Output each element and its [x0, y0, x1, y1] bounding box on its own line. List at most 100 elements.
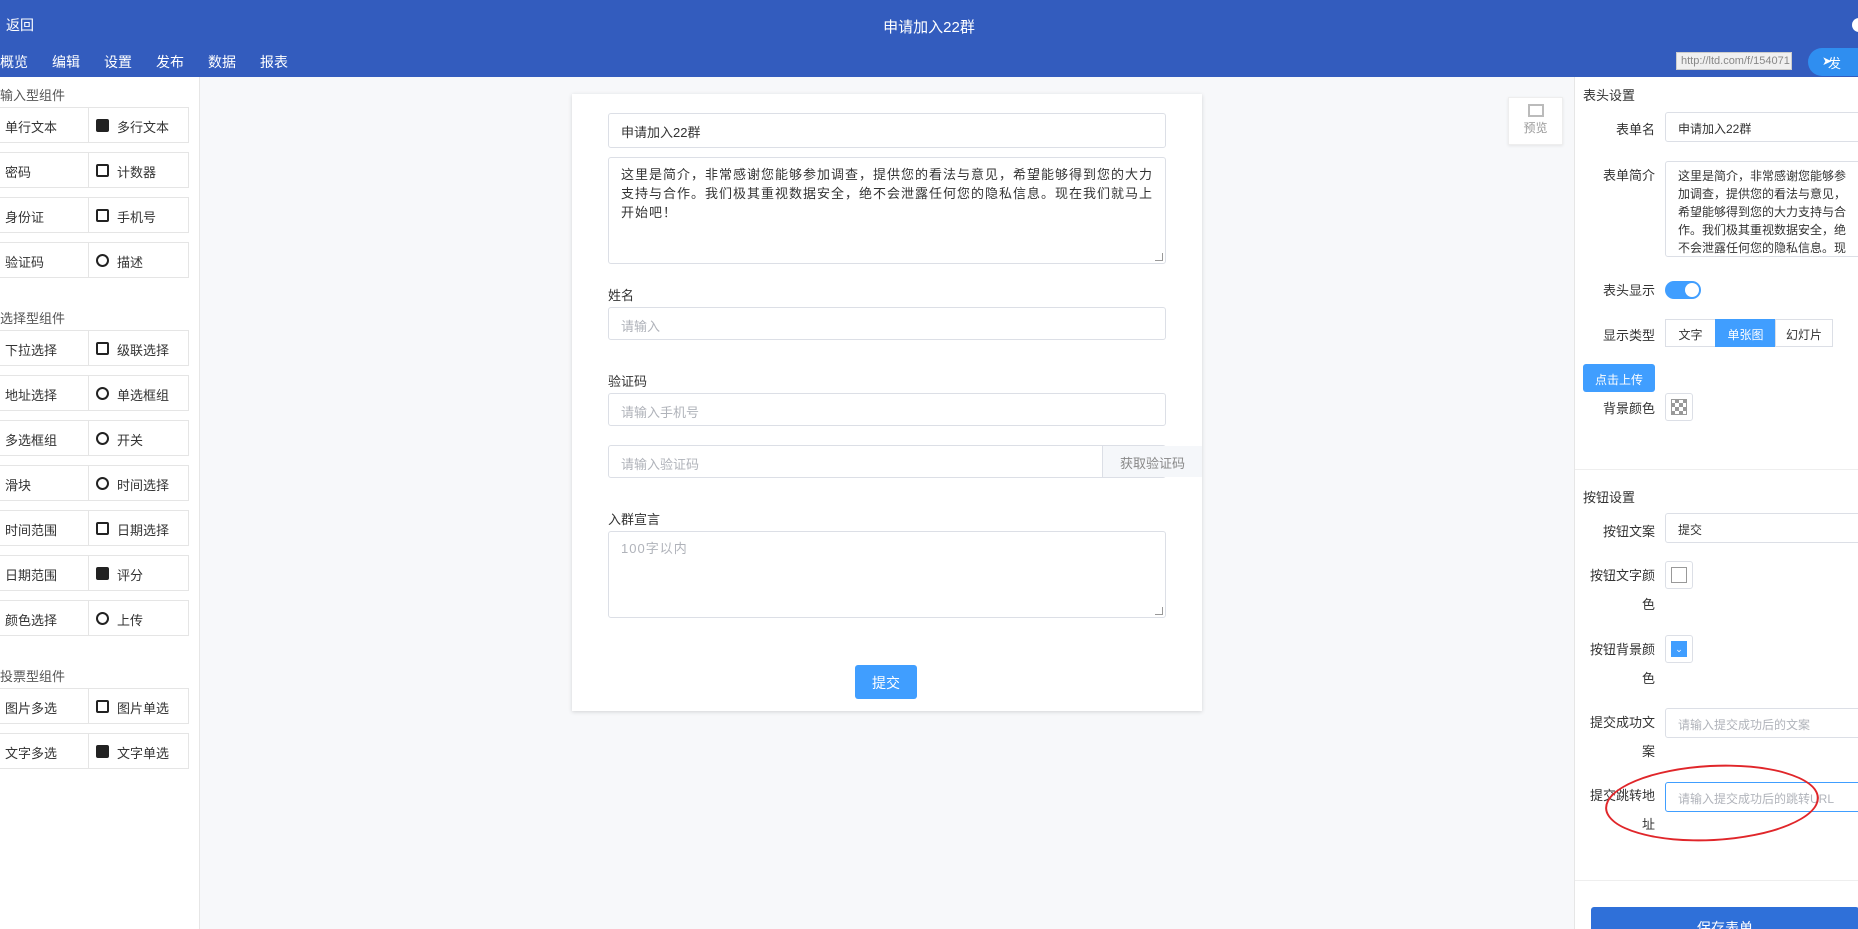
comp-image-multi[interactable]: 图片多选 — [0, 688, 99, 724]
input-group-title: 输入型组件 — [0, 88, 66, 103]
comp-counter[interactable]: 计数器 — [88, 152, 189, 188]
form-submit-button[interactable]: 提交 — [855, 665, 917, 699]
comp-slider[interactable]: 滑块 — [0, 465, 99, 501]
display-type-text[interactable]: 文字 — [1665, 319, 1716, 347]
menu-settings[interactable]: 设置 — [104, 52, 132, 72]
button-text-input[interactable]: 提交 — [1665, 513, 1858, 543]
name-input[interactable]: 请输入 — [608, 307, 1166, 340]
comp-cascader[interactable]: 级联选择 — [88, 330, 189, 366]
form-canvas: 申请加入22群 这里是简介，非常感谢您能够参加调查，提供您的看法与意见，希望能够… — [572, 94, 1202, 711]
header-display-label: 表头显示 — [1602, 283, 1655, 298]
comp-address[interactable]: 地址选择 — [0, 375, 99, 411]
form-intro-text: 这里是简介，非常感谢您能够参加调查，提供您的看法与意见，希望能够得到您的大力支持… — [621, 167, 1154, 220]
comp-image-single[interactable]: 图片单选 — [88, 688, 189, 724]
comp-multi-text[interactable]: 多行文本 — [88, 107, 189, 143]
comp-single-text[interactable]: 单行文本 — [0, 107, 99, 143]
comp-radio-group[interactable]: 单选框组 — [88, 375, 189, 411]
header-settings-title: 表头设置 — [1583, 88, 1636, 103]
bg-color-label: 背景颜色 — [1602, 401, 1655, 416]
comp-label: 级联选择 — [117, 343, 170, 358]
phone-icon — [96, 209, 109, 222]
top-menu: 概览 编辑 设置 发布 数据 报表 — [0, 52, 312, 72]
comp-upload[interactable]: 上传 — [88, 600, 189, 636]
redirect-url-label: 提交跳转地址 — [1589, 788, 1655, 832]
comp-description[interactable]: 描述 — [88, 242, 189, 278]
declaration-label: 入群宣言 — [608, 512, 661, 527]
calendar-icon — [96, 522, 109, 535]
comp-switch[interactable]: 开关 — [88, 420, 189, 456]
button-bg-color-label: 按钮背景颜色 — [1589, 642, 1655, 686]
menu-overview[interactable]: 概览 — [0, 52, 28, 72]
name-label: 姓名 — [608, 288, 635, 303]
settings-panel: 表头设置 表单名 申请加入22群 表单简介 这里是简介，非常感谢您能够参加调查，… — [1574, 77, 1858, 929]
form-name-label: 表单名 — [1615, 122, 1655, 137]
save-form-button[interactable]: 保存表单 — [1591, 907, 1858, 929]
declaration-placeholder: 100字以内 — [621, 541, 688, 556]
resize-handle[interactable] — [1155, 607, 1163, 615]
comp-label: 评分 — [117, 568, 144, 583]
form-intro-setting[interactable]: 这里是简介，非常感谢您能够参加调查，提供您的看法与意见，希望能够得到您的大力支持… — [1665, 161, 1858, 257]
comp-label: 手机号 — [117, 210, 157, 225]
display-type-single-image[interactable]: 单张图 — [1715, 319, 1776, 347]
comp-text-single[interactable]: 文字单选 — [88, 733, 189, 769]
cascader-icon — [96, 342, 109, 355]
phone-input[interactable]: 请输入手机号 — [608, 393, 1166, 426]
menu-data[interactable]: 数据 — [208, 52, 236, 72]
display-type-label: 显示类型 — [1602, 328, 1655, 343]
preview-icon — [1527, 104, 1544, 117]
comp-date-range[interactable]: 日期范围 — [0, 555, 99, 591]
form-title-input[interactable]: 申请加入22群 — [608, 113, 1166, 148]
bg-color-picker[interactable] — [1665, 393, 1693, 421]
comp-id-card[interactable]: 身份证 — [0, 197, 99, 233]
preview-button[interactable]: 预览 — [1508, 97, 1563, 145]
section-divider — [1575, 469, 1858, 470]
section-divider — [1575, 880, 1858, 881]
comp-time-range[interactable]: 时间范围 — [0, 510, 99, 546]
upload-button[interactable]: 点击上传 — [1583, 364, 1655, 392]
form-name-input[interactable]: 申请加入22群 — [1665, 112, 1858, 142]
form-intro-label: 表单简介 — [1602, 168, 1655, 183]
image-icon — [96, 700, 109, 713]
captcha-label: 验证码 — [608, 374, 648, 389]
comp-dropdown[interactable]: 下拉选择 — [0, 330, 99, 366]
form-url[interactable]: http://ltd.com/f/154071 — [1676, 52, 1792, 70]
comp-label: 文字单选 — [117, 746, 170, 761]
comp-text-multi[interactable]: 文字多选 — [0, 733, 99, 769]
comp-phone[interactable]: 手机号 — [88, 197, 189, 233]
form-intro-textarea[interactable]: 这里是简介，非常感谢您能够参加调查，提供您的看法与意见，希望能够得到您的大力支持… — [608, 157, 1166, 264]
send-icon: ➤ — [1822, 54, 1833, 68]
top-header: 返回 申请加入22群 概览 编辑 设置 发布 数据 报表 http://ltd.… — [0, 0, 1858, 77]
get-code-button[interactable]: 获取验证码 — [1102, 446, 1202, 477]
menu-report[interactable]: 报表 — [260, 52, 288, 72]
header-display-switch[interactable] — [1665, 281, 1701, 299]
star-icon — [96, 567, 109, 580]
comp-color-picker[interactable]: 颜色选择 — [0, 600, 99, 636]
menu-publish[interactable]: 发布 — [156, 52, 184, 72]
list-icon — [96, 745, 109, 758]
display-type-slideshow[interactable]: 幻灯片 — [1775, 319, 1833, 347]
comp-label: 图片单选 — [117, 701, 170, 716]
white-swatch — [1671, 567, 1687, 583]
comp-label: 单选框组 — [117, 388, 170, 403]
menu-edit[interactable]: 编辑 — [52, 52, 80, 72]
comp-date-picker[interactable]: 日期选择 — [88, 510, 189, 546]
vote-group-title: 投票型组件 — [0, 669, 66, 684]
button-text-color-picker[interactable] — [1665, 561, 1693, 589]
resize-handle[interactable] — [1155, 253, 1163, 261]
comp-time-picker[interactable]: 时间选择 — [88, 465, 189, 501]
captcha-input[interactable]: 请输入验证码 获取验证码 — [608, 445, 1202, 478]
comp-captcha[interactable]: 验证码 — [0, 242, 99, 278]
page-title: 申请加入22群 — [883, 19, 975, 36]
comp-label: 多行文本 — [117, 120, 170, 135]
button-bg-color-picker[interactable]: ⌄ — [1665, 635, 1693, 663]
toggle-icon — [96, 432, 109, 445]
comp-rate[interactable]: 评分 — [88, 555, 189, 591]
redirect-url-input[interactable]: 请输入提交成功后的跳转URL — [1665, 782, 1858, 812]
switch-knob — [1685, 283, 1699, 297]
publish-button[interactable]: ➤ 发 — [1808, 48, 1858, 76]
success-text-input[interactable]: 请输入提交成功后的文案 — [1665, 708, 1858, 738]
comp-password[interactable]: 密码 — [0, 152, 99, 188]
comp-checkbox-group[interactable]: 多选框组 — [0, 420, 99, 456]
declaration-textarea[interactable]: 100字以内 — [608, 531, 1166, 618]
comp-label: 开关 — [117, 433, 144, 448]
